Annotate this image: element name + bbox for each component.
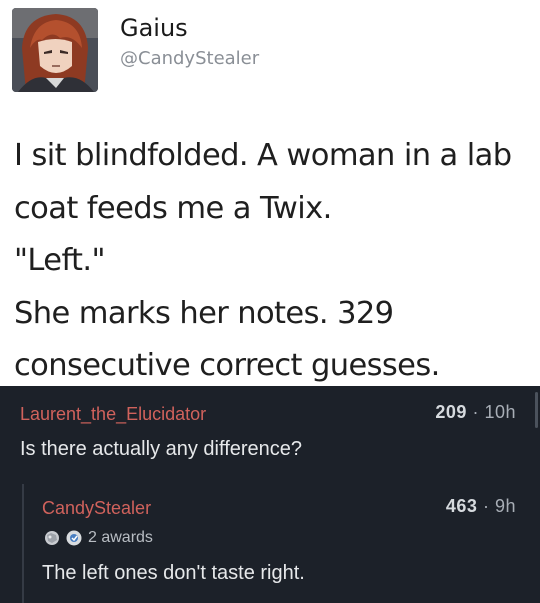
comment-thread: Laurent_the_Elucidator 209 · 10h Is ther… [0, 386, 540, 603]
author-handle[interactable]: @CandyStealer [120, 48, 259, 69]
comment-author[interactable]: Laurent_the_Elucidator [20, 404, 206, 425]
tweet-text-line: coat feeds me a Twix. [14, 190, 332, 226]
scrollbar[interactable] [535, 392, 538, 428]
reply-score: 463 [445, 496, 478, 516]
reply-meta: 463 · 9h [446, 496, 516, 517]
tweet-text-line: "Left." [14, 243, 106, 278]
reply-age: 9h [494, 496, 516, 516]
tweet-card: Gaius @CandyStealer I sit blindfolded. A… [0, 0, 540, 386]
comment-age: 10h [484, 402, 516, 422]
helpful-award-icon [64, 529, 84, 547]
comment-score: 209 [435, 402, 467, 422]
comment-meta: 209 · 10h [435, 402, 516, 423]
author-name[interactable]: Gaius [120, 14, 188, 42]
thread-line[interactable] [22, 484, 24, 603]
reply-author[interactable]: CandyStealer [42, 498, 151, 519]
tweet-text-line: She marks her notes. 329 [14, 295, 394, 331]
tweet-text: I sit blindfolded. A woman in a lab coat… [14, 130, 530, 393]
tweet-text-line: consecutive correct guesses. [14, 348, 440, 383]
avatar[interactable] [12, 8, 98, 92]
meta-separator: · [472, 402, 479, 422]
reply-text: The left ones don't taste right. [42, 562, 305, 584]
tweet-text-line: I sit blindfolded. A woman in a lab [14, 138, 512, 173]
comment-text: Is there actually any difference? [20, 438, 303, 460]
avatar-image [12, 8, 98, 92]
awards-row[interactable]: 2 awards [42, 528, 153, 548]
awards-count: 2 awards [88, 529, 153, 546]
meta-separator: · [482, 496, 490, 516]
silver-award-icon [42, 529, 62, 547]
